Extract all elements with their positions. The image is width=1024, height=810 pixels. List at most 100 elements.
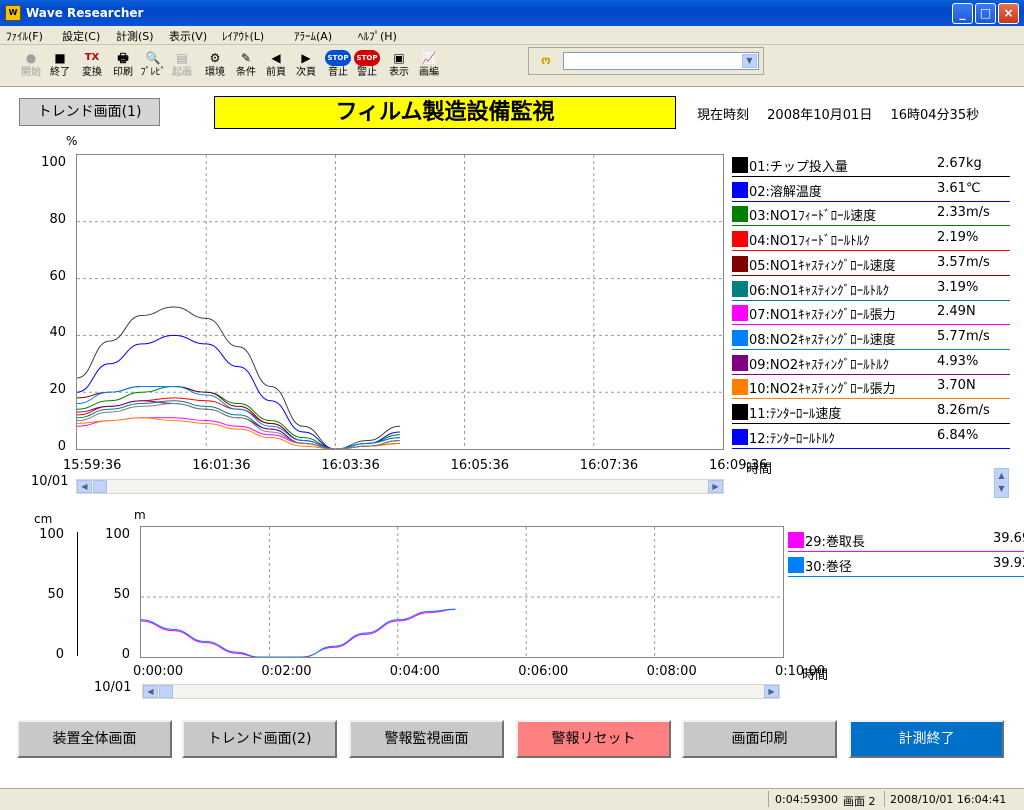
chevron-down-icon[interactable]: ▼ [742, 54, 757, 68]
x-axis-label: 時間 [746, 462, 773, 477]
stop-icon: ■ [54, 51, 66, 65]
series-line-0 [76, 306, 401, 450]
legend-swatch [732, 354, 748, 371]
legend-swatch [732, 255, 748, 272]
legend-item[interactable]: 04:NO1ﾌｨｰﾄﾞﾛｰﾙﾄﾙｸ 2.19% [732, 227, 1010, 252]
toolbar-button-7[interactable]: ✎ 条件 [233, 50, 259, 84]
current-time: 現在時刻 2008年10月01日 16時04分35秒 [697, 104, 993, 123]
x-tick-label: 16:05:36 [450, 458, 509, 473]
screen-print-button[interactable]: 画面印刷 [682, 720, 837, 758]
legend-swatch [732, 404, 748, 420]
legend-value: 3.61℃ [937, 180, 981, 196]
toolbar-button-0[interactable]: ● 開始 [18, 50, 44, 84]
toolbar-button-3[interactable]: 🖶 印刷 [110, 50, 136, 84]
toolbar-label: 終了 [50, 67, 70, 78]
toolbar-button-12[interactable]: ▣ 表示 [386, 50, 412, 84]
preview-icon: 🔍 [145, 51, 161, 65]
menu-layout[interactable]: ﾚｲｱｳﾄ(L) [222, 28, 264, 44]
scroll-left-icon[interactable]: ◀ [143, 685, 158, 698]
legend-name: 30:巻径 [805, 559, 852, 575]
legend-v-scrollbar[interactable]: ▲ ▼ [994, 468, 1009, 498]
toolbar-button-4[interactable]: 🔍 ﾌﾟﾚﾋﾞ [140, 50, 166, 84]
upper-y-unit: % [66, 134, 78, 148]
legend-value: 2.19% [937, 230, 979, 246]
menu-file[interactable]: ﾌｧｲﾙ(F) [6, 28, 43, 44]
app-icon[interactable]: W [5, 5, 21, 21]
x-tick-label: 0:00:00 [133, 664, 184, 679]
toolbar-button-8[interactable]: ◀ 前頁 [263, 50, 289, 84]
lower-date-label: 10/01 [94, 680, 132, 695]
legend-name: 29:巻取長 [805, 535, 865, 550]
lower-trend-chart[interactable] [140, 526, 784, 658]
maximize-button[interactable]: □ [975, 3, 996, 24]
close-button[interactable]: × [998, 3, 1019, 24]
legend-item[interactable]: 07:NO1ｷｬｽﾃｨﾝｸﾞﾛｰﾙ張力 2.49N [732, 301, 1010, 326]
environment-icon: ⚙ [209, 51, 221, 65]
toolbar-label: 次頁 [296, 67, 316, 78]
menu-settings[interactable]: 設定(C) [62, 28, 100, 44]
scroll-thumb[interactable] [159, 685, 173, 698]
scroll-right-icon[interactable]: ▶ [764, 685, 779, 698]
toolbar-button-1[interactable]: ■ 終了 [47, 50, 73, 84]
legend-swatch [732, 181, 748, 198]
legend-item[interactable]: 03:NO1ﾌｨｰﾄﾞﾛｰﾙ速度 2.33m/s [732, 202, 1010, 227]
menu-alarm[interactable]: ｱﾗｰﾑ(A) [294, 28, 332, 44]
legend-value: 3.70N [937, 378, 976, 394]
legend-value: 6.84% [937, 427, 979, 443]
scroll-thumb[interactable] [93, 480, 107, 493]
menu-help[interactable]: ﾍﾙﾌﾟ(H) [358, 28, 397, 44]
legend-value: 4.93% [937, 353, 979, 369]
scroll-left-icon[interactable]: ◀ [77, 480, 92, 493]
minimize-button[interactable]: _ [952, 3, 973, 24]
upper-trend-chart[interactable] [76, 154, 724, 450]
legend-name: 07:NO1ｷｬｽﾃｨﾝｸﾞﾛｰﾙ張力 [749, 308, 896, 324]
legend-item[interactable]: 29:巻取長 39.69m [788, 528, 1024, 552]
trend-screen-tab[interactable]: トレンド画面(1) [19, 98, 160, 126]
legend-value: 3.57m/s [937, 254, 990, 270]
left-y-tick-label: 50 [47, 587, 64, 602]
toolbar-label: 環境 [205, 67, 225, 78]
toolbar-label: 音止 [328, 67, 348, 78]
legend-item[interactable]: 09:NO2ｷｬｽﾃｨﾝｸﾞﾛｰﾙﾄﾙｸ 4.93% [732, 351, 1010, 375]
legend-item[interactable]: 05:NO1ｷｬｽﾃｨﾝｸﾞﾛｰﾙ速度 3.57m/s [732, 252, 1010, 276]
left-y-tick-label: 0 [55, 647, 64, 662]
lower-h-scrollbar[interactable]: ◀ ▶ [142, 684, 780, 699]
toolbar-button-5[interactable]: ▤ 起画 [169, 50, 195, 84]
legend-item[interactable]: 08:NO2ｷｬｽﾃｨﾝｸﾞﾛｰﾙ速度 5.77m/s [732, 326, 1010, 350]
legend-name: 04:NO1ﾌｨｰﾄﾞﾛｰﾙﾄﾙｸ [749, 234, 870, 250]
y-tick-label: 0 [57, 439, 66, 454]
legend-name: 06:NO1ｷｬｽﾃｨﾝｸﾞﾛｰﾙﾄﾙｸ [749, 283, 890, 299]
legend-item[interactable]: 01:チップ投入量 2.67kg [732, 153, 1010, 177]
toolbar-button-11[interactable]: STOP 警止 [354, 50, 380, 84]
toolbar-button-6[interactable]: ⚙ 環境 [202, 50, 228, 84]
menu-view[interactable]: 表示(V) [169, 28, 207, 44]
y-tick-label: 60 [49, 268, 66, 284]
clock-date: 2008年10月01日 [767, 108, 873, 123]
toolbar-button-10[interactable]: STOP 音止 [325, 50, 351, 84]
toolbar-button-9[interactable]: ▶ 次頁 [293, 50, 319, 84]
menu-measure[interactable]: 計測(S) [116, 28, 154, 44]
legend-item[interactable]: 02:溶解温度 3.61℃ [732, 178, 1010, 202]
series-line-0 [140, 608, 456, 658]
upper-h-scrollbar[interactable]: ◀ ▶ [76, 479, 724, 494]
toolbar-button-13[interactable]: 📈 画編 [416, 50, 442, 84]
legend-item[interactable]: 11:ﾃﾝﾀｰﾛｰﾙ速度 8.26m/s [732, 400, 1010, 424]
screen-edit-icon: 📈 [421, 51, 437, 65]
legend-item[interactable]: 06:NO1ｷｬｽﾃｨﾝｸﾞﾛｰﾙﾄﾙｸ 3.19% [732, 277, 1010, 301]
status-datetime: 2008/10/01 16:04:41 [890, 793, 1007, 806]
overall-screen-button[interactable]: 装置全体画面 [17, 720, 172, 758]
channel-select[interactable]: ▼ [563, 52, 759, 70]
alarm-monitor-button[interactable]: 警報監視画面 [349, 720, 504, 758]
legend-item[interactable]: 30:巻径 39.92cm [788, 553, 1024, 577]
measurement-end-button[interactable]: 計測終了 [849, 720, 1004, 758]
alarm-reset-button[interactable]: 警報リセット [516, 720, 671, 758]
legend-item[interactable]: 12:ﾃﾝﾀｰﾛｰﾙﾄﾙｸ 6.84% [732, 425, 1010, 449]
scroll-right-icon[interactable]: ▶ [708, 480, 723, 493]
toolbar-button-2[interactable]: TX 変換 [79, 50, 105, 84]
legend-swatch [788, 556, 804, 573]
legend-item[interactable]: 10:NO2ｷｬｽﾃｨﾝｸﾞﾛｰﾙ張力 3.70N [732, 375, 1010, 400]
convert-icon: TX [84, 52, 100, 63]
legend-name: 10:NO2ｷｬｽﾃｨﾝｸﾞﾛｰﾙ張力 [749, 382, 896, 398]
x-tick-label: 16:01:36 [192, 458, 251, 473]
trend-screen-2-button[interactable]: トレンド画面(2) [182, 720, 337, 758]
